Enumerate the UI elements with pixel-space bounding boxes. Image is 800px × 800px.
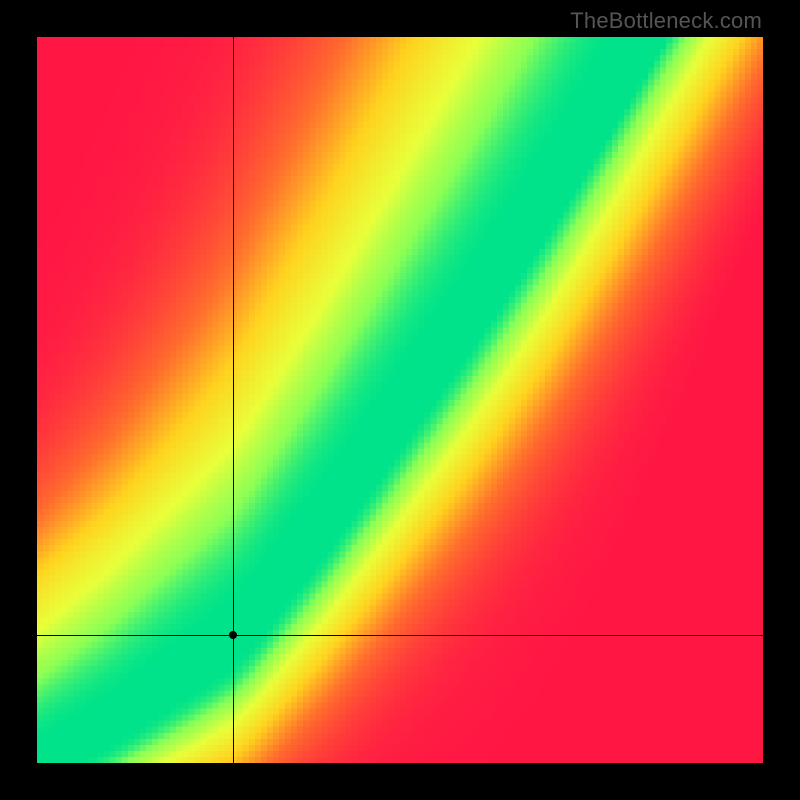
heatmap-plot — [37, 37, 763, 763]
crosshair-vertical — [233, 37, 234, 763]
heatmap-canvas — [37, 37, 763, 763]
crosshair-horizontal — [37, 635, 763, 636]
marked-point — [229, 631, 237, 639]
chart-container: TheBottleneck.com — [0, 0, 800, 800]
watermark-text: TheBottleneck.com — [570, 8, 762, 34]
